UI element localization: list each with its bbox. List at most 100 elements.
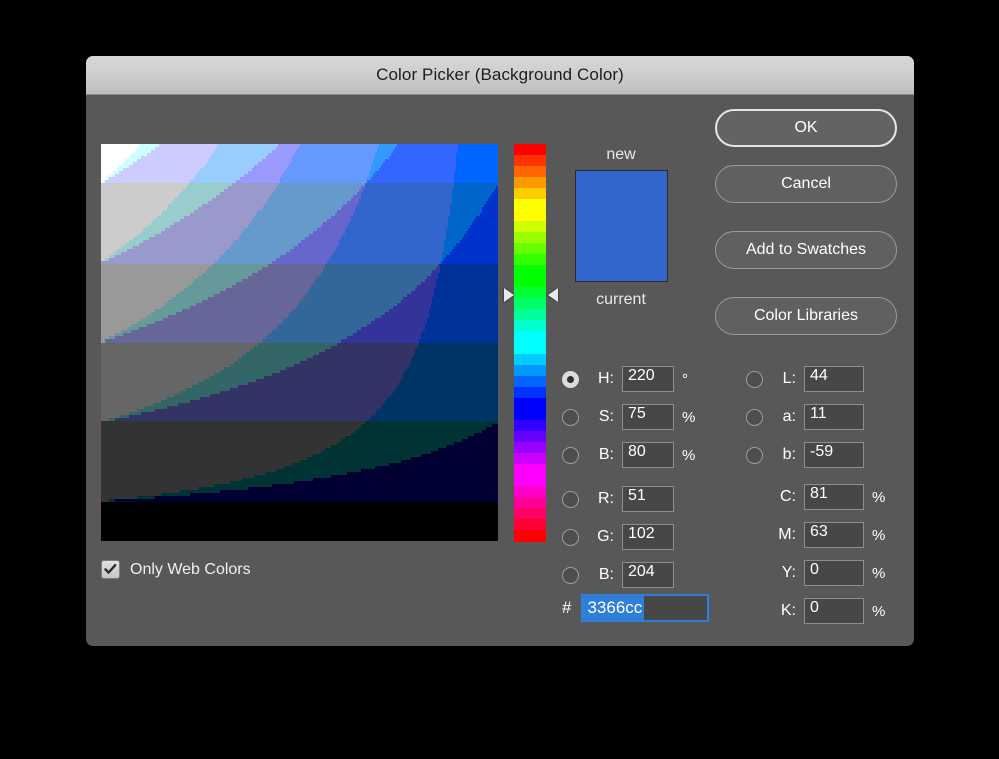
hue-band <box>514 210 546 222</box>
input-hsb-b[interactable]: 80 <box>622 442 674 468</box>
label-lab-l: L: <box>772 370 796 388</box>
hue-band <box>514 475 546 487</box>
hue-band <box>514 166 546 178</box>
hue-band <box>514 232 546 244</box>
hex-input-value: 3366cc <box>583 596 644 621</box>
radio-hsb-h[interactable] <box>562 371 579 388</box>
field-row-lab-a: a: 11 <box>746 404 864 430</box>
field-row-rgb-r: R: 51 <box>562 486 674 512</box>
radio-lab-b[interactable] <box>746 447 763 464</box>
hue-band <box>514 354 546 366</box>
hue-band <box>514 376 546 388</box>
field-row-hsb-b: B: 80% <box>562 442 695 468</box>
cancel-button[interactable]: Cancel <box>715 165 897 203</box>
label-cmyk-m: M: <box>746 526 796 544</box>
field-row-lab-b: b: -59 <box>746 442 864 468</box>
hue-band <box>514 287 546 299</box>
hue-band <box>514 221 546 233</box>
hue-band <box>514 508 546 520</box>
hue-band <box>514 343 546 355</box>
hue-band <box>514 387 546 399</box>
checkbox-box[interactable] <box>101 560 120 579</box>
input-hsb-h[interactable]: 220 <box>622 366 674 392</box>
unit-cmyk-m: % <box>872 527 885 544</box>
hex-color-row[interactable]: # 3366cc <box>562 594 709 622</box>
field-row-rgb-b: B:204 <box>562 562 674 588</box>
field-row-cmyk-y: Y: 0% <box>746 560 885 586</box>
color-picker-dialog: Color Picker (Background Color) Only Web… <box>86 56 914 646</box>
input-cmyk-k[interactable]: 0 <box>804 598 864 624</box>
new-color-label: new <box>566 146 676 164</box>
hue-band <box>514 309 546 321</box>
input-lab-a[interactable]: 11 <box>804 404 864 430</box>
hex-prefix-label: # <box>562 598 571 618</box>
unit-cmyk-k: % <box>872 603 885 620</box>
field-row-cmyk-c: C:81% <box>746 484 885 510</box>
hue-band <box>514 331 546 343</box>
radio-rgb-b[interactable] <box>562 567 579 584</box>
only-web-colors-checkbox[interactable]: Only Web Colors <box>101 560 251 579</box>
new-color-swatch[interactable] <box>575 170 668 282</box>
input-cmyk-y[interactable]: 0 <box>804 560 864 586</box>
label-hsb-h: H: <box>588 370 614 388</box>
hue-band <box>514 442 546 454</box>
label-lab-a: a: <box>772 408 796 426</box>
hue-marker-right-icon[interactable] <box>548 288 558 302</box>
color-field-band <box>101 538 498 541</box>
input-cmyk-m[interactable]: 63 <box>804 522 864 548</box>
hue-band <box>514 144 546 156</box>
saturation-brightness-field[interactable] <box>101 144 498 541</box>
radio-rgb-r[interactable] <box>562 491 579 508</box>
hue-band <box>514 453 546 465</box>
input-rgb-r[interactable]: 51 <box>622 486 674 512</box>
color-libraries-button[interactable]: Color Libraries <box>715 297 897 335</box>
label-hsb-b: B: <box>588 446 614 464</box>
label-lab-b: b: <box>772 446 796 464</box>
radio-lab-l[interactable] <box>746 371 763 388</box>
input-cmyk-c[interactable]: 81 <box>804 484 864 510</box>
dialog-title: Color Picker (Background Color) <box>376 65 624 85</box>
ok-button[interactable]: OK <box>715 109 897 147</box>
color-preview: new current <box>566 146 676 309</box>
field-row-rgb-g: G: 102 <box>562 524 674 550</box>
radio-lab-a[interactable] <box>746 409 763 426</box>
only-web-colors-label: Only Web Colors <box>130 561 251 579</box>
field-row-hsb-h: H: 220 ° <box>562 366 688 392</box>
hue-band <box>514 464 546 476</box>
hue-band <box>514 243 546 255</box>
radio-hsb-b[interactable] <box>562 447 579 464</box>
label-hsb-s: S: <box>588 408 614 426</box>
hue-marker-left-icon[interactable] <box>504 288 514 302</box>
unit-hsb-s: % <box>682 409 695 426</box>
label-cmyk-y: Y: <box>746 564 796 582</box>
hue-band <box>514 365 546 377</box>
hue-band <box>514 431 546 443</box>
hue-band <box>514 519 546 531</box>
input-lab-b[interactable]: -59 <box>804 442 864 468</box>
radio-hsb-s[interactable] <box>562 409 579 426</box>
add-to-swatches-button[interactable]: Add to Swatches <box>715 231 897 269</box>
hue-band <box>514 530 546 542</box>
radio-rgb-g[interactable] <box>562 529 579 546</box>
hue-band <box>514 298 546 310</box>
label-rgb-r: R: <box>588 490 614 508</box>
input-rgb-b[interactable]: 204 <box>622 562 674 588</box>
hue-band <box>514 177 546 189</box>
input-hsb-s[interactable]: 75 <box>622 404 674 430</box>
input-lab-l[interactable]: 44 <box>804 366 864 392</box>
unit-cmyk-y: % <box>872 565 885 582</box>
hue-band <box>514 155 546 167</box>
label-rgb-g: G: <box>588 528 614 546</box>
hue-slider[interactable] <box>514 144 546 541</box>
unit-hsb-b: % <box>682 447 695 464</box>
hex-input[interactable]: 3366cc <box>581 594 709 622</box>
label-cmyk-k: K: <box>746 602 796 620</box>
current-color-label: current <box>566 291 676 309</box>
unit-hsb-h: ° <box>682 371 688 388</box>
hue-band <box>514 497 546 509</box>
input-rgb-g[interactable]: 102 <box>622 524 674 550</box>
hue-band <box>514 265 546 277</box>
label-cmyk-c: C: <box>746 488 796 506</box>
hue-band <box>514 199 546 211</box>
hue-band <box>514 320 546 332</box>
